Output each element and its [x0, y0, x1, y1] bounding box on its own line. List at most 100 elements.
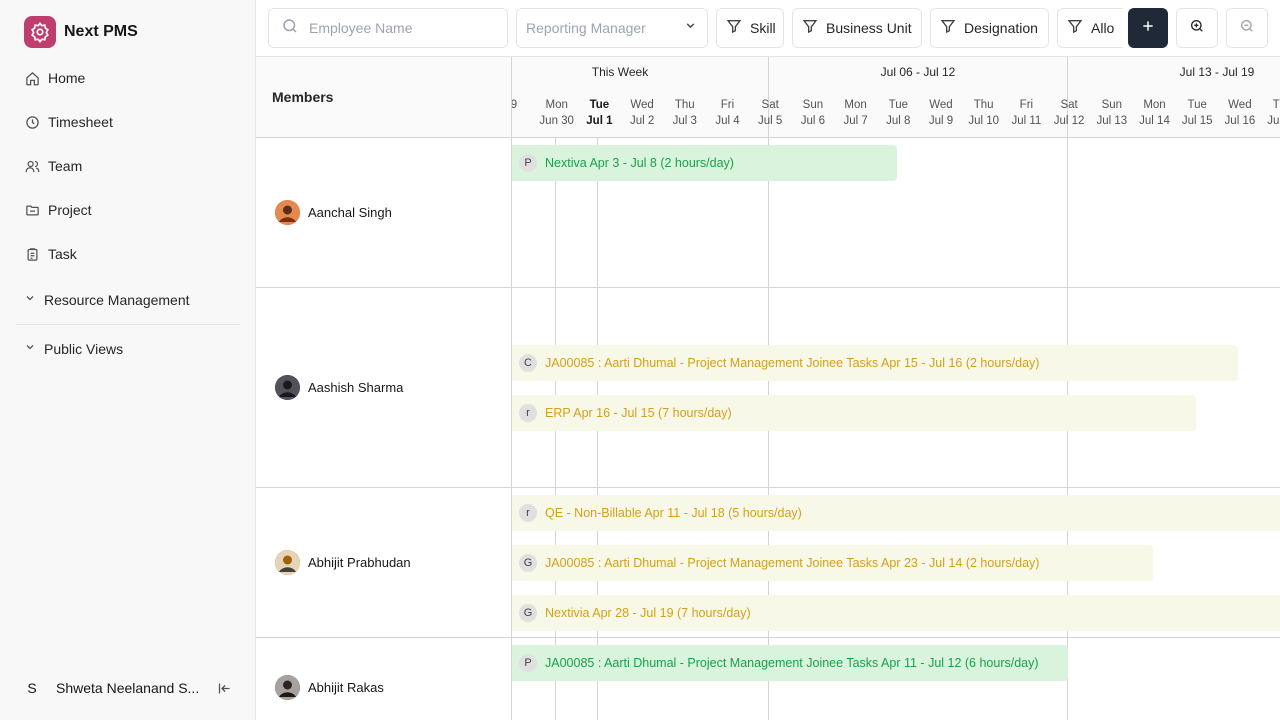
- day-date: Jul 7: [843, 115, 868, 127]
- collapse-sidebar-icon[interactable]: [214, 678, 234, 698]
- filter-designation[interactable]: Designation: [930, 8, 1049, 48]
- day-of-week: Tue: [888, 99, 908, 111]
- day-of-week: Sun: [1101, 99, 1123, 111]
- day-header: Mon Jun 30: [535, 97, 579, 129]
- user-menu[interactable]: S Shweta Neelanand S...: [16, 672, 240, 704]
- filter-skill-label: Skill: [750, 20, 776, 36]
- allocation-bar[interactable]: r ERP Apr 16 - Jul 15 (7 hours/day): [512, 395, 1196, 431]
- day-header: Wed Jul 9: [919, 97, 963, 129]
- day-of-week: Mon: [1143, 99, 1166, 111]
- allocation-label: ERP Apr 16 - Jul 15 (7 hours/day): [545, 406, 732, 420]
- day-date: Jul 9: [928, 115, 954, 127]
- avatar: [275, 200, 300, 225]
- nav-task[interactable]: Task: [16, 238, 240, 270]
- day-date: Jul 2: [629, 115, 655, 127]
- day-header: Mon Jul 14: [1133, 97, 1177, 129]
- day-header: Thu Jul 3: [663, 97, 707, 129]
- members-column-header: Members: [256, 57, 511, 138]
- avatar: [275, 375, 300, 400]
- day-date: Jul 3: [672, 115, 697, 127]
- day-of-week: Tue: [589, 99, 610, 111]
- allocation-label: Nextiva Apr 3 - Jul 8 (2 hours/day): [545, 156, 734, 170]
- allocation-bar[interactable]: r QE - Non-Billable Apr 11 - Jul 18 (5 h…: [512, 495, 1280, 531]
- day-date: Jul 11: [1011, 115, 1042, 127]
- member-name: Aashish Sharma: [308, 380, 404, 395]
- allocation-initial: P: [519, 154, 537, 172]
- filter-allocation[interactable]: Allo: [1057, 8, 1123, 48]
- allocation-initial: G: [519, 604, 537, 622]
- employee-search[interactable]: [268, 8, 508, 48]
- allocation-initial: C: [519, 354, 537, 372]
- day-header: Sat Jul 5: [748, 97, 792, 129]
- add-allocation-button[interactable]: [1128, 8, 1168, 48]
- day-date: Jun 30: [539, 115, 574, 127]
- day-of-week: Wed: [630, 99, 654, 111]
- member-row[interactable]: Aanchal Singh: [256, 138, 511, 288]
- reporting-manager-value: Reporting Manager: [526, 20, 646, 36]
- day-of-week: Tue: [1187, 99, 1207, 111]
- day-date: Jul 8: [886, 115, 911, 127]
- members-header-label: Members: [272, 89, 334, 105]
- allocation-label: JA00085 : Aarti Dhumal - Project Managem…: [545, 356, 1040, 370]
- allocation-bar[interactable]: C JA00085 : Aarti Dhumal - Project Manag…: [512, 345, 1238, 381]
- filter-icon: [802, 18, 818, 39]
- allocation-bar[interactable]: P JA00085 : Aarti Dhumal - Project Manag…: [512, 645, 1068, 681]
- row-separator: [512, 287, 1280, 288]
- allocation-bar[interactable]: P Nextiva Apr 3 - Jul 8 (2 hours/day): [512, 145, 897, 181]
- row-separator: [512, 487, 1280, 488]
- allocation-bar[interactable]: G Nextivia Apr 28 - Jul 19 (7 hours/day): [512, 595, 1280, 631]
- filter-business-unit[interactable]: Business Unit: [792, 8, 922, 48]
- day-date: Jul 14: [1139, 115, 1170, 127]
- day-header: Wed Jul 2: [620, 97, 664, 129]
- week-label: Jul 13 - Jul 19: [1179, 65, 1255, 79]
- day-of-week: Mon: [844, 99, 867, 111]
- avatar: [275, 675, 300, 700]
- brand[interactable]: Next PMS: [24, 16, 138, 48]
- filter-icon: [940, 18, 956, 39]
- day-date: Jul 17: [1267, 115, 1280, 127]
- day-header: Sun Jul 13: [1090, 97, 1134, 129]
- folder-icon: [24, 202, 40, 218]
- employee-search-input[interactable]: [309, 20, 499, 36]
- day-header: Thu Jul 17: [1261, 97, 1280, 129]
- day-date: Jul 1: [586, 115, 613, 127]
- nav-timesheet-label: Timesheet: [48, 114, 113, 130]
- home-icon: [24, 70, 40, 86]
- filter-icon: [1067, 18, 1083, 39]
- day-of-week: Sun: [802, 99, 824, 111]
- day-of-week: Thu: [973, 99, 994, 111]
- day-of-week: Fri: [720, 99, 735, 111]
- member-row[interactable]: Abhijit Prabhudan: [256, 488, 511, 638]
- nav-group-public-views[interactable]: Public Views: [16, 333, 240, 365]
- day-date: Jul 13: [1096, 115, 1128, 127]
- zoom-out-button[interactable]: [1226, 8, 1268, 48]
- zoom-in-button[interactable]: [1176, 8, 1218, 48]
- nav-project-label: Project: [48, 202, 92, 218]
- day-of-week: Sat: [1060, 99, 1078, 111]
- reporting-manager-select[interactable]: Reporting Manager: [516, 8, 708, 48]
- brand-name: Next PMS: [64, 23, 138, 40]
- member-name: Abhijit Prabhudan: [308, 555, 411, 570]
- nav-team[interactable]: Team: [16, 150, 240, 182]
- nav-home[interactable]: Home: [16, 62, 240, 94]
- nav-timesheet[interactable]: Timesheet: [16, 106, 240, 138]
- day-of-week: Wed: [929, 99, 953, 111]
- nav-group-resource-management[interactable]: Resource Management: [16, 284, 240, 316]
- chevron-down-icon: [684, 19, 697, 37]
- day-header: Wed Jul 16: [1218, 97, 1262, 129]
- plus-icon: [1141, 19, 1155, 38]
- allocation-initial: G: [519, 554, 537, 572]
- week-label: Jul 06 - Jul 12: [880, 65, 956, 79]
- filter-skill[interactable]: Skill: [716, 8, 784, 48]
- nav-project[interactable]: Project: [16, 194, 240, 226]
- nav-group-resource-management-label: Resource Management: [44, 292, 190, 308]
- member-row[interactable]: Aashish Sharma: [256, 288, 511, 488]
- day-header: Tue Jul 8: [876, 97, 920, 129]
- member-name: Aanchal Singh: [308, 205, 392, 220]
- member-row[interactable]: Abhijit Rakas: [256, 638, 511, 720]
- day-date: Jul 4: [715, 115, 740, 127]
- nav-home-label: Home: [48, 70, 86, 86]
- member-name: Abhijit Rakas: [308, 680, 384, 695]
- allocation-bar[interactable]: G JA00085 : Aarti Dhumal - Project Manag…: [512, 545, 1153, 581]
- avatar: [275, 550, 300, 575]
